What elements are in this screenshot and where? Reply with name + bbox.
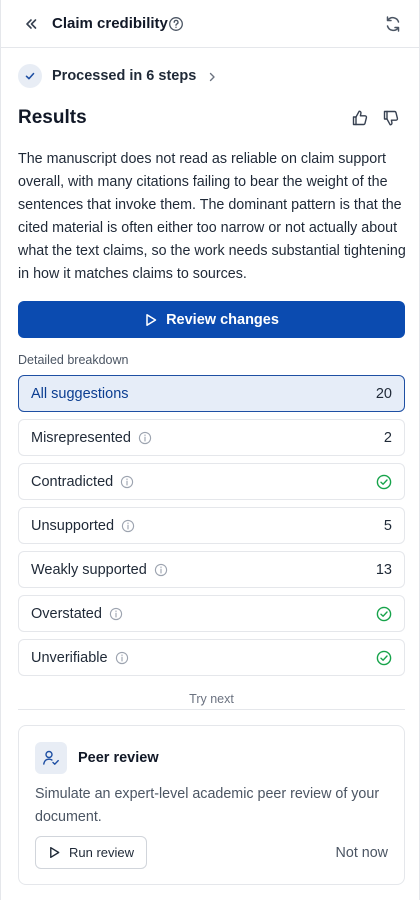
play-icon — [50, 846, 60, 859]
breakdown-row-count: 5 — [383, 517, 392, 534]
try-next-divider: Try next — [18, 692, 405, 710]
breakdown-row-unverifiable[interactable]: Unverifiable — [18, 639, 405, 676]
breakdown-row-all-suggestions[interactable]: All suggestions 20 — [18, 375, 405, 412]
peer-review-description: Simulate an expert-level academic peer r… — [35, 786, 380, 825]
thumbs-up-icon[interactable] — [351, 109, 369, 127]
breakdown-row-contradicted[interactable]: Contradicted — [18, 463, 405, 500]
try-next-label: Try next — [189, 692, 234, 706]
info-icon[interactable] — [154, 563, 168, 577]
info-icon[interactable] — [120, 475, 134, 489]
check-circle-icon — [376, 650, 392, 666]
not-now-button[interactable]: Not now — [336, 845, 388, 861]
breakdown-row-label: Weakly supported — [31, 561, 147, 578]
panel-header: Claim credibility — [1, 0, 420, 48]
breakdown-row-label: Contradicted — [31, 473, 114, 490]
breakdown-row-label: All suggestions — [31, 385, 129, 402]
peer-review-card: Peer review Simulate an expert-level aca… — [18, 725, 405, 885]
breakdown-row-unsupported[interactable]: Unsupported 5 — [18, 507, 405, 544]
chevron-right-icon — [206, 70, 218, 82]
info-icon[interactable] — [109, 607, 123, 621]
thumbs-down-icon[interactable] — [382, 109, 400, 127]
breakdown-row-label: Overstated — [31, 605, 102, 622]
breakdown-row-weakly-supported[interactable]: Weakly supported 13 — [18, 551, 405, 588]
breakdown-row-misrepresented[interactable]: Misrepresented 2 — [18, 419, 405, 456]
play-icon — [146, 313, 157, 326]
user-check-icon — [35, 742, 67, 774]
breakdown-row-label: Misrepresented — [31, 429, 131, 446]
info-icon[interactable] — [138, 431, 152, 445]
breakdown-row-label: Unsupported — [31, 517, 115, 534]
processed-steps-label: Processed in 6 steps — [52, 68, 197, 84]
processed-steps-toggle[interactable]: Processed in 6 steps — [18, 62, 218, 90]
claim-credibility-panel: Claim credibility Processed in 6 steps R… — [0, 0, 420, 900]
run-review-label: Run review — [68, 845, 135, 860]
check-circle-icon — [376, 474, 392, 490]
info-icon[interactable] — [115, 651, 129, 665]
breakdown-row-count: 13 — [375, 561, 392, 578]
check-icon — [18, 64, 42, 88]
breakdown-row-count: 20 — [375, 385, 392, 402]
run-review-button[interactable]: Run review — [35, 836, 147, 869]
results-summary: The manuscript does not read as reliable… — [18, 151, 406, 282]
check-circle-icon — [376, 606, 392, 622]
breakdown-row-overstated[interactable]: Overstated — [18, 595, 405, 632]
breakdown-row-label: Unverifiable — [31, 649, 108, 666]
info-icon[interactable] — [121, 519, 135, 533]
help-icon[interactable] — [168, 16, 184, 32]
breakdown-row-count: 2 — [383, 429, 392, 446]
collapse-panel-icon[interactable] — [21, 14, 41, 34]
review-changes-label: Review changes — [166, 311, 279, 328]
panel-title: Claim credibility — [52, 15, 168, 32]
peer-review-title: Peer review — [78, 750, 159, 766]
review-changes-button[interactable]: Review changes — [18, 301, 405, 338]
breakdown-heading: Detailed breakdown — [18, 353, 129, 367]
results-heading: Results — [18, 107, 87, 128]
refresh-icon[interactable] — [383, 14, 403, 34]
